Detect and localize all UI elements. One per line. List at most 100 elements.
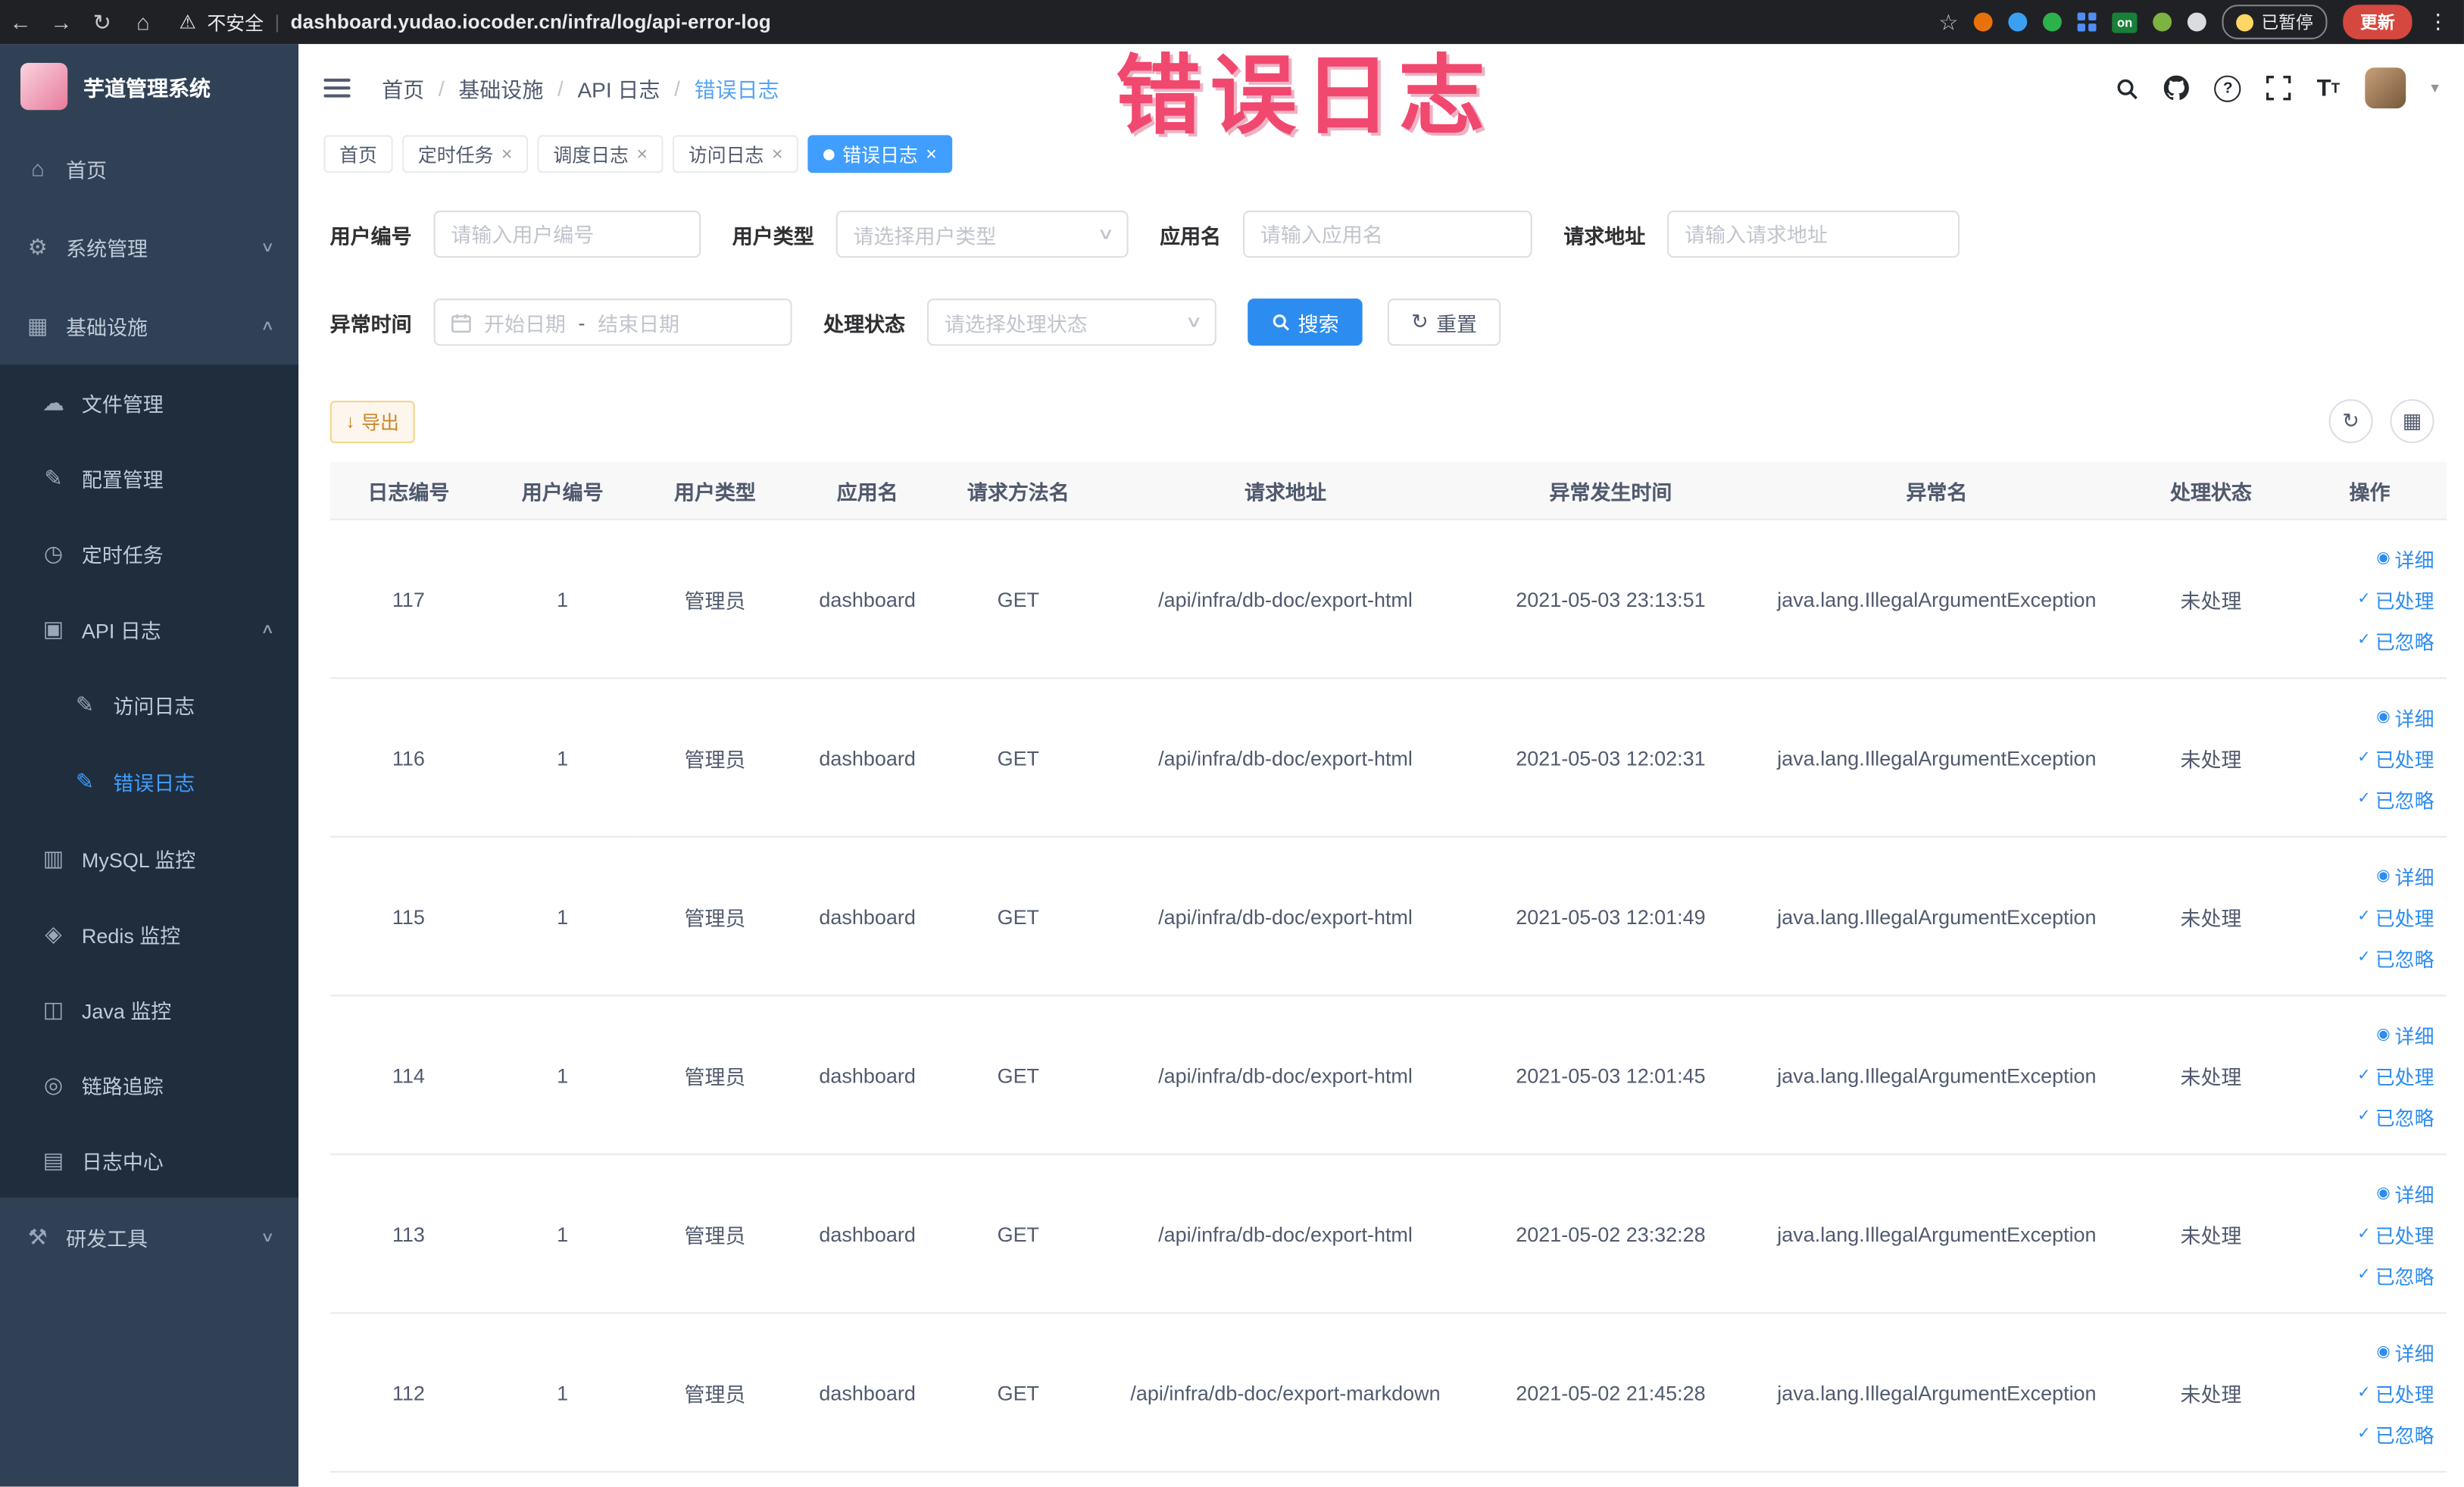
ignored-link[interactable]: ✓ 已忽略 bbox=[2357, 625, 2434, 654]
tab-access-log[interactable]: 访问日志 × bbox=[673, 135, 799, 173]
eye-icon: ◉ bbox=[2376, 867, 2391, 884]
col-user-id: 用户编号 bbox=[487, 461, 639, 520]
processed-link[interactable]: ✓ 已处理 bbox=[2357, 901, 2434, 931]
fullscreen-icon[interactable] bbox=[2266, 75, 2291, 101]
extension-icon[interactable] bbox=[2078, 12, 2097, 32]
sidebar-item-api-log[interactable]: ▣ API 日志 ∧ bbox=[0, 591, 298, 667]
detail-link[interactable]: ◉ 详细 bbox=[2376, 1178, 2434, 1207]
ignored-link[interactable]: ✓ 已忽略 bbox=[2357, 783, 2434, 813]
extension-icon[interactable] bbox=[1974, 12, 1994, 32]
sidebar-item-java-monitor[interactable]: ◫ Java 监控 bbox=[0, 971, 298, 1047]
address-bar[interactable]: ⚠ 不安全 | dashboard.yudao.iocoder.cn/infra… bbox=[180, 8, 771, 35]
java-icon: ◫ bbox=[42, 995, 64, 1021]
app-logo[interactable]: 芋道管理系统 bbox=[0, 44, 298, 129]
bookmark-star-icon[interactable]: ☆ bbox=[1938, 8, 1958, 35]
ignored-link[interactable]: ✓ 已忽略 bbox=[2357, 1418, 2434, 1448]
check-icon: ✓ bbox=[2357, 908, 2371, 925]
paused-badge[interactable]: 已暂停 bbox=[2222, 5, 2328, 39]
tab-scheduled-job[interactable]: 定时任务 × bbox=[402, 135, 529, 173]
user-type-select[interactable]: 请选择用户类型 ∨ bbox=[835, 210, 1129, 258]
column-settings-button[interactable]: ▦ bbox=[2390, 398, 2434, 444]
sidebar-item-system[interactable]: ⚙ 系统管理 ∨ bbox=[0, 208, 298, 286]
sidebar-item-infra[interactable]: ▦ 基础设施 ∧ bbox=[0, 286, 298, 365]
sidebar-item-scheduled-job[interactable]: ◷ 定时任务 bbox=[0, 515, 298, 591]
chevron-down-icon[interactable]: ▾ bbox=[2431, 80, 2438, 97]
extension-on-badge[interactable]: on bbox=[2112, 11, 2138, 33]
check-icon: ✓ bbox=[2357, 1066, 2371, 1084]
logo-image bbox=[20, 62, 68, 111]
forward-button[interactable]: → bbox=[41, 0, 82, 44]
eye-icon: ◉ bbox=[2376, 1025, 2391, 1043]
sidebar-item-config-manage[interactable]: ✎ 配置管理 bbox=[0, 440, 298, 516]
extension-icon[interactable] bbox=[2043, 12, 2063, 32]
annotation-overlay: 错误日志 bbox=[1115, 47, 1493, 145]
tab-error-log[interactable]: 错误日志 × bbox=[807, 135, 953, 173]
processed-link[interactable]: ✓ 已处理 bbox=[2357, 584, 2434, 614]
github-icon[interactable] bbox=[2164, 75, 2190, 101]
home-button[interactable]: ⌂ bbox=[123, 0, 164, 44]
processed-link[interactable]: ✓ 已处理 bbox=[2357, 742, 2434, 772]
reload-button[interactable]: ↻ bbox=[82, 0, 123, 44]
user-avatar[interactable] bbox=[2365, 67, 2406, 109]
cloud-icon: ☁ bbox=[42, 389, 65, 414]
extension-icon[interactable] bbox=[2153, 12, 2172, 32]
detail-link[interactable]: ◉ 详细 bbox=[2376, 1019, 2434, 1048]
sidebar-item-file-manage[interactable]: ☁ 文件管理 bbox=[0, 364, 298, 440]
font-size-icon[interactable]: TT bbox=[2317, 77, 2340, 100]
extension-icon[interactable] bbox=[2008, 12, 2028, 32]
download-icon: ↓ bbox=[345, 410, 355, 433]
header-actions: ? TT ▾ bbox=[2116, 67, 2439, 109]
security-label: 不安全 bbox=[207, 11, 264, 34]
process-status-select[interactable]: 请选择处理状态 ∨ bbox=[927, 298, 1216, 346]
sidebar-item-access-log[interactable]: ✎ 访问日志 bbox=[0, 667, 298, 744]
exception-time-range[interactable]: 开始日期 - 结束日期 bbox=[433, 298, 792, 346]
close-icon[interactable]: × bbox=[772, 145, 783, 164]
refresh-button[interactable]: ↻ bbox=[2328, 398, 2373, 444]
sidebar-item-dev-tools[interactable]: ⚒ 研发工具 ∨ bbox=[0, 1198, 298, 1276]
sidebar-toggle[interactable] bbox=[323, 78, 351, 98]
ignored-link[interactable]: ✓ 已忽略 bbox=[2357, 1101, 2434, 1130]
ignored-link[interactable]: ✓ 已忽略 bbox=[2357, 1260, 2434, 1289]
reset-button[interactable]: ↻ 重置 bbox=[1387, 298, 1501, 346]
sidebar-item-home[interactable]: ⌂ 首页 bbox=[0, 129, 298, 208]
close-icon[interactable]: × bbox=[636, 145, 648, 164]
user-id-input[interactable] bbox=[433, 210, 701, 258]
breadcrumb-item[interactable]: API 日志 bbox=[577, 72, 660, 103]
sidebar-item-error-log[interactable]: ✎ 错误日志 bbox=[0, 743, 298, 820]
detail-link[interactable]: ◉ 详细 bbox=[2376, 543, 2434, 573]
breadcrumb-item[interactable]: 基础设施 bbox=[458, 72, 543, 103]
detail-link[interactable]: ◉ 详细 bbox=[2376, 1336, 2434, 1366]
col-exception-time: 异常发生时间 bbox=[1477, 461, 1744, 520]
search-button[interactable]: 搜索 bbox=[1248, 298, 1363, 346]
clock-icon: ◷ bbox=[43, 539, 64, 565]
extension-icon[interactable] bbox=[2187, 12, 2206, 32]
export-button[interactable]: ↓ 导出 bbox=[329, 399, 415, 442]
search-icon[interactable] bbox=[2116, 77, 2139, 100]
processed-link[interactable]: ✓ 已处理 bbox=[2357, 1060, 2434, 1089]
ignored-link[interactable]: ✓ 已忽略 bbox=[2357, 942, 2434, 972]
app-name-input[interactable] bbox=[1243, 210, 1532, 258]
detail-link[interactable]: ◉ 详细 bbox=[2376, 701, 2434, 731]
trace-icon: ◎ bbox=[43, 1070, 64, 1097]
help-icon[interactable]: ? bbox=[2214, 74, 2241, 102]
request-url-input[interactable] bbox=[1667, 210, 1960, 258]
check-icon: ✓ bbox=[2357, 1266, 2371, 1283]
close-icon[interactable]: × bbox=[926, 145, 937, 164]
sidebar-item-redis-monitor[interactable]: ◈ Redis 监控 bbox=[0, 896, 298, 972]
browser-menu-icon[interactable]: ⋮ bbox=[2428, 9, 2448, 34]
refresh-icon: ↻ bbox=[1411, 309, 1429, 333]
back-button[interactable]: ← bbox=[0, 0, 41, 44]
breadcrumb-item[interactable]: 首页 bbox=[382, 72, 424, 103]
browser-update-button[interactable]: 更新 bbox=[2343, 5, 2412, 39]
check-icon: ✓ bbox=[2357, 789, 2371, 808]
user-id-label: 用户编号 bbox=[329, 223, 412, 248]
processed-link[interactable]: ✓ 已处理 bbox=[2357, 1219, 2434, 1248]
detail-link[interactable]: ◉ 详细 bbox=[2376, 861, 2434, 890]
sidebar-item-log-center[interactable]: ▤ 日志中心 bbox=[0, 1122, 298, 1198]
tab-dispatch-log[interactable]: 调度日志 × bbox=[537, 135, 664, 173]
close-icon[interactable]: × bbox=[501, 145, 513, 164]
tab-home[interactable]: 首页 bbox=[323, 135, 393, 173]
sidebar-item-mysql-monitor[interactable]: ▥ MySQL 监控 bbox=[0, 820, 298, 896]
sidebar-item-trace[interactable]: ◎ 链路追踪 bbox=[0, 1047, 298, 1123]
processed-link[interactable]: ✓ 已处理 bbox=[2357, 1377, 2434, 1407]
